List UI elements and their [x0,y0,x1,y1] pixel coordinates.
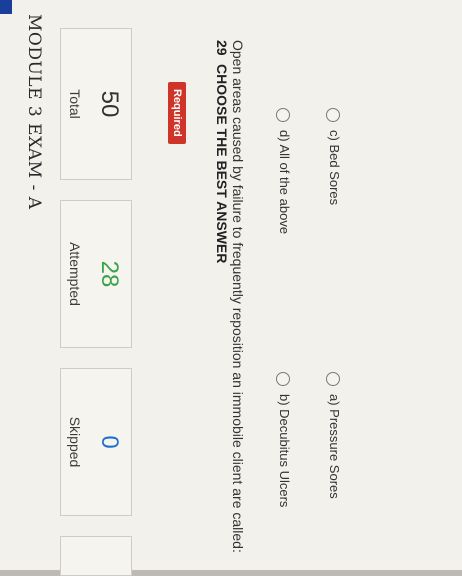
stat-card-total: 50 Total [60,28,132,180]
answer-option-d[interactable]: d) All of the above [272,108,292,348]
exam-screen: MODULE 3 EXAM - A 50 Total 28 Attempted … [0,0,462,576]
answer-option-a[interactable]: a) Pressure Sores [322,372,342,572]
radio-button-icon[interactable] [276,108,290,122]
option-label: a) Pressure Sores [327,394,342,499]
radio-button-icon[interactable] [326,108,340,122]
stat-card-attempted: 28 Attempted [60,200,132,348]
question-heading: CHOOSE THE BEST ANSWER [214,64,230,264]
stat-skipped-label: Skipped [67,416,83,468]
radio-button-icon[interactable] [276,372,290,386]
stat-card-skipped: 0 Skipped [60,368,132,516]
option-label: b) Decubitus Ulcers [277,394,292,508]
stat-total-label: Total [67,89,83,119]
radio-button-icon[interactable] [326,372,340,386]
accent-bar [0,0,12,14]
stat-total-value: 50 [96,90,123,118]
option-label: d) All of the above [277,130,292,235]
stat-attempted-label: Attempted [67,242,83,306]
answer-option-c[interactable]: c) Bed Sores [322,108,342,348]
stat-attempted-value: 28 [96,260,123,288]
required-badge: Required [168,82,186,144]
question-text: Open areas caused by failure to frequent… [230,40,246,553]
stat-skipped-value: 0 [96,435,123,449]
question-number: 29 [214,40,230,56]
stat-card-partial [60,536,132,576]
page-title: MODULE 3 EXAM - A [24,14,44,210]
answer-option-b[interactable]: b) Decubitus Ulcers [272,372,292,572]
option-label: c) Bed Sores [327,130,342,206]
